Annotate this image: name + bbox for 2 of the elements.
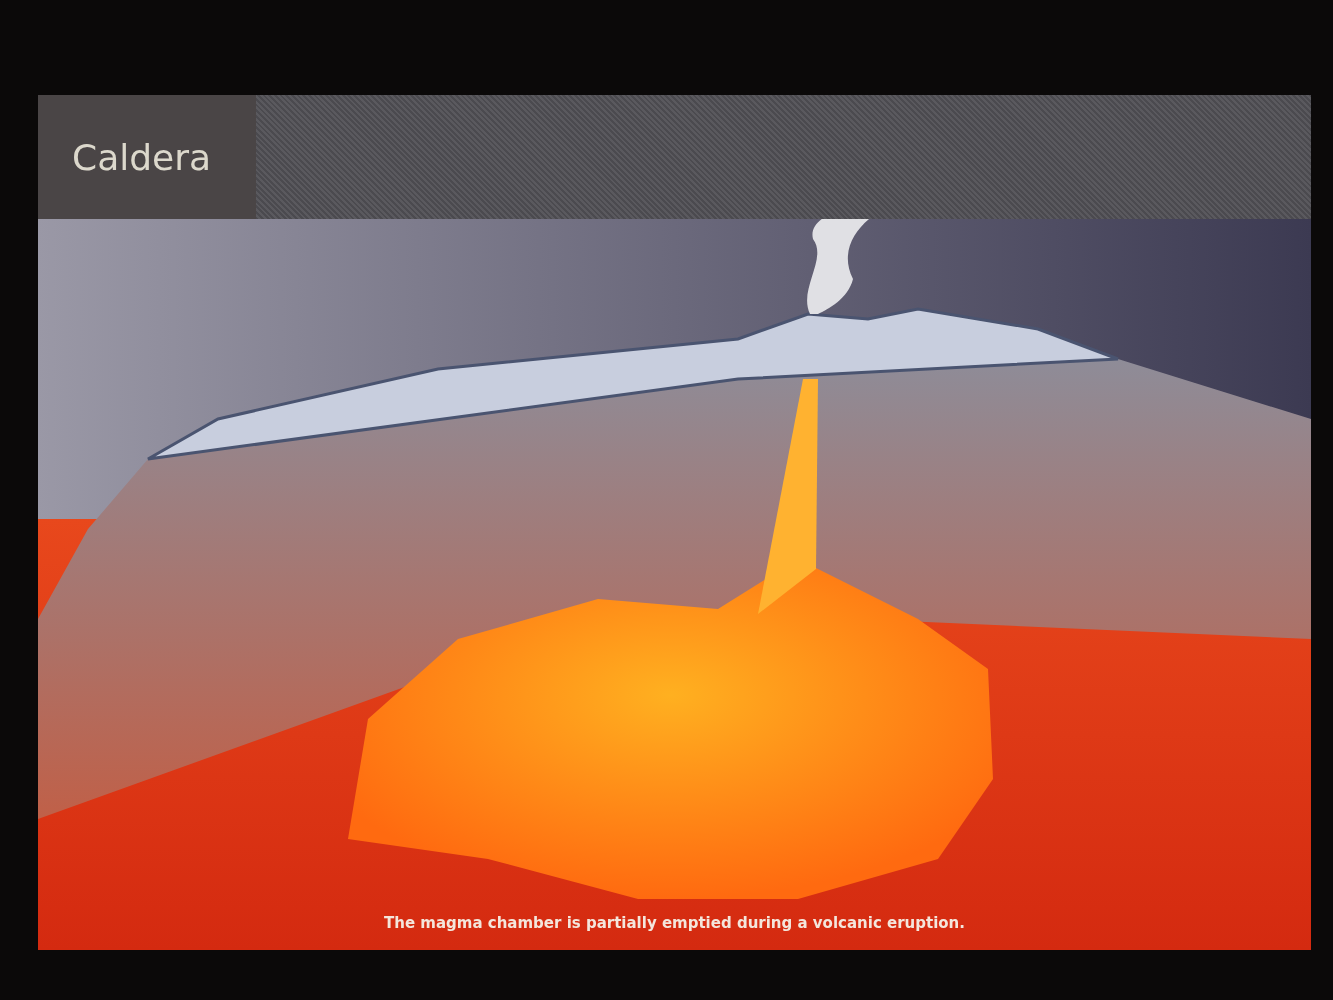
caption-text: The magma chamber is partially emptied during a volcanic eruption.: [384, 914, 965, 932]
screen-title: Caldera: [72, 136, 212, 178]
